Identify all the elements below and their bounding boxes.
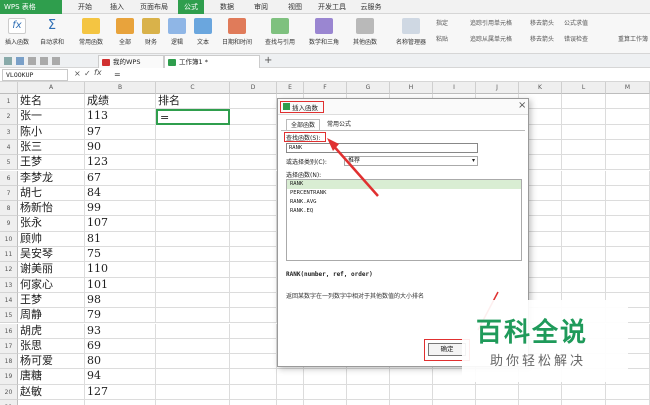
watermark-logo: 百科全说 [476,318,589,348]
arrow-to-search [330,142,379,197]
watermark-slogan: 助你轻松解决 [490,354,587,369]
